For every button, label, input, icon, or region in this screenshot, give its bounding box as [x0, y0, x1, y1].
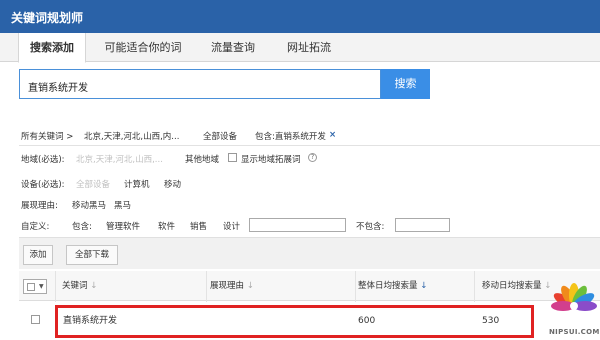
reason-option-mobile-darkhorse[interactable]: 移动黑马: [72, 199, 106, 211]
add-button[interactable]: 添加: [23, 245, 53, 265]
watermark-text: NIPSUI.COM: [549, 328, 600, 336]
breadcrumb-region[interactable]: 北京,天津,河北,山西,内...: [84, 130, 179, 142]
sort-arrow-icon: ↓: [246, 281, 254, 291]
remove-filter-close-icon[interactable]: ×: [329, 130, 336, 140]
table-header: ▼ 关键词 ↓ 展现理由 ↓ 整体日均搜索量 ↓ 移动日均搜索量 ↓: [19, 271, 600, 301]
app-title-bar: 关键词规划师: [0, 0, 600, 33]
include-tag[interactable]: 设计: [223, 220, 240, 232]
tab-suggested-keywords[interactable]: 可能适合你的词: [97, 33, 189, 62]
other-region-link[interactable]: 其他地域: [185, 153, 219, 165]
include-label: 包含:: [72, 222, 92, 232]
download-all-button[interactable]: 全部下载: [66, 245, 118, 265]
region-label: 地域(必选):: [21, 155, 65, 165]
device-option-mobile[interactable]: 移动: [164, 178, 181, 190]
checkbox-icon: [27, 283, 35, 291]
highlight-annotation-box: [55, 305, 534, 338]
sort-arrow-icon: ↓: [420, 281, 428, 291]
column-header-daily-search[interactable]: 整体日均搜索量 ↓: [358, 271, 427, 301]
checkbox-icon: [228, 153, 237, 162]
device-label: 设备(必选):: [21, 180, 65, 190]
tab-search-add[interactable]: 搜索添加: [18, 33, 86, 63]
region-value[interactable]: 北京,天津,河北,山西,...: [76, 153, 163, 165]
include-tag[interactable]: 销售: [190, 220, 207, 232]
device-option-computer[interactable]: 计算机: [124, 178, 150, 190]
breadcrumb-device[interactable]: 全部设备: [203, 130, 237, 142]
reason-label: 展现理由:: [21, 201, 58, 211]
caret-down-icon: ▼: [39, 283, 44, 290]
device-option-all[interactable]: 全部设备: [76, 178, 110, 190]
include-tag[interactable]: 管理软件: [106, 220, 140, 232]
include-tag[interactable]: 软件: [158, 220, 175, 232]
help-icon[interactable]: ?: [308, 153, 317, 162]
exclude-input[interactable]: [395, 218, 450, 232]
custom-label: 自定义:: [21, 222, 50, 232]
sort-arrow-icon: ↓: [90, 281, 98, 291]
checkbox-icon: [31, 315, 40, 324]
exclude-label: 不包含:: [356, 222, 385, 232]
action-toolbar: 添加 全部下载: [19, 237, 600, 269]
breadcrumb-include-filter[interactable]: 包含:直销系统开发: [255, 130, 326, 142]
tab-url-expand[interactable]: 网址拓流: [278, 33, 340, 62]
tab-bar: 搜索添加 可能适合你的词 流量查询 网址拓流: [0, 33, 600, 63]
show-region-expand-checkbox[interactable]: [228, 153, 237, 164]
search-button[interactable]: 搜索: [381, 69, 430, 99]
show-region-expand-label: 显示地域拓展词: [241, 155, 301, 165]
reason-option-darkhorse[interactable]: 黑马: [114, 199, 131, 211]
select-all-dropdown[interactable]: ▼: [23, 279, 47, 294]
tab-traffic-query[interactable]: 流量查询: [200, 33, 266, 62]
column-header-mobile-search[interactable]: 移动日均搜索量 ↓: [482, 271, 551, 301]
app-title: 关键词规划师: [11, 11, 84, 25]
keyword-search-input[interactable]: 直销系统开发: [19, 69, 381, 99]
include-custom-input[interactable]: [249, 218, 346, 232]
row-checkbox[interactable]: [31, 302, 40, 340]
column-header-reason[interactable]: 展现理由 ↓: [210, 271, 254, 301]
divider: [19, 145, 600, 146]
column-header-keyword[interactable]: 关键词 ↓: [62, 271, 97, 301]
breadcrumb-all-keywords[interactable]: 所有关键词 >: [21, 130, 73, 142]
